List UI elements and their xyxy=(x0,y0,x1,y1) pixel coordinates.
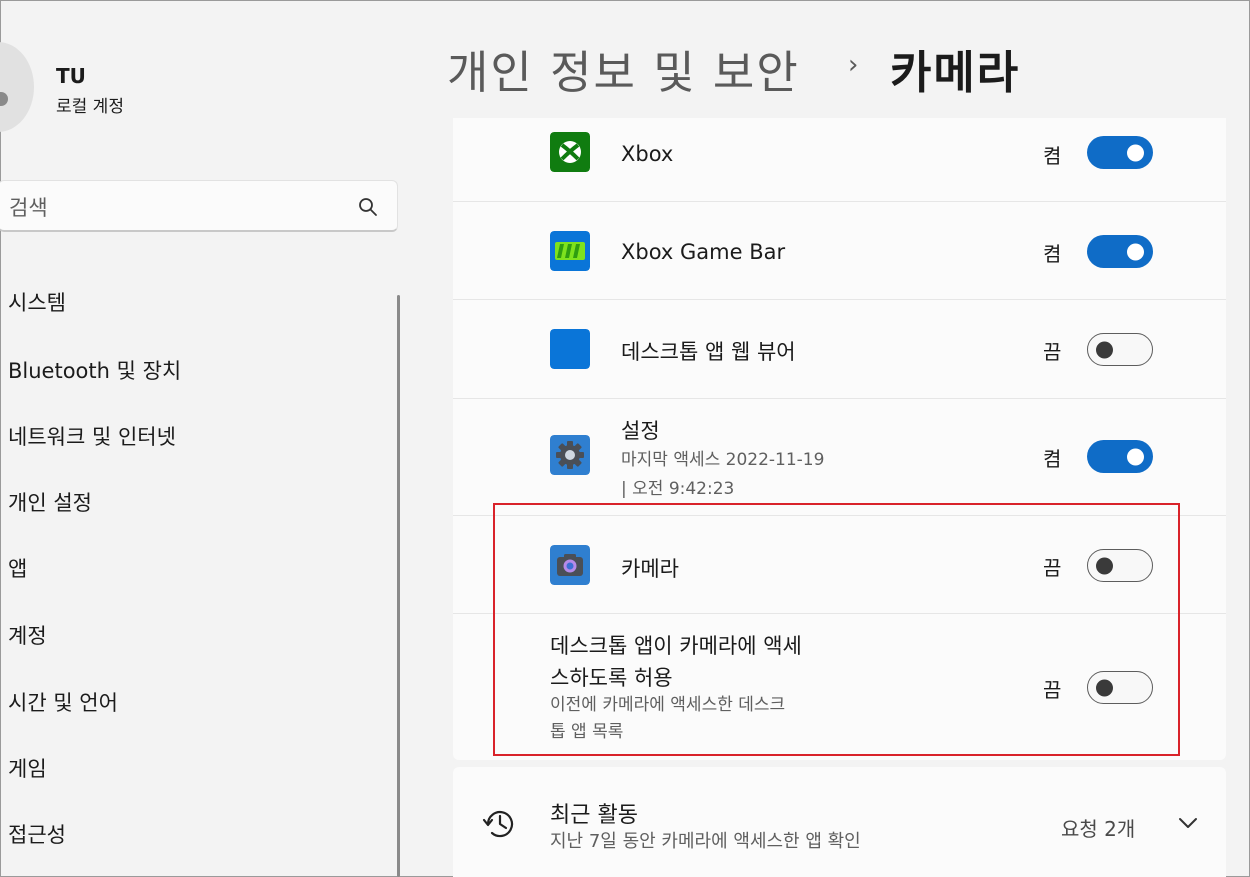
desktop-apps-camera-toggle[interactable] xyxy=(1087,671,1153,704)
xbox-camera-toggle[interactable] xyxy=(1087,136,1153,169)
settings-camera-toggle[interactable] xyxy=(1087,440,1153,473)
app-name: 데스크톱 앱 웹 뷰어 xyxy=(621,340,796,364)
app-row-settings: 설정 마지막 액세스 2022-11-19 | 오전 9:42:23 켬 xyxy=(453,399,1226,516)
toggle-knob xyxy=(1096,557,1113,574)
app-row-xbox-game-bar: Xbox Game Bar 켬 xyxy=(453,202,1226,300)
toggle-state-label: 끔 xyxy=(1043,340,1062,364)
breadcrumb-parent[interactable]: 개인 정보 및 보안 xyxy=(447,36,800,101)
app-name: Xbox Game Bar xyxy=(621,240,786,264)
desktop-apps-description-line1: 이전에 카메라에 액세스한 데스크 xyxy=(550,695,786,715)
toggle-knob xyxy=(1127,448,1144,465)
toggle-knob xyxy=(1127,144,1144,161)
app-permission-list: Xbox 켬 Xbox Game Bar 켬 데스크톱 앱 웹 뷰어 끔 설정 … xyxy=(453,118,1226,760)
search-box[interactable]: 검색 xyxy=(0,180,398,232)
xbox-game-bar-camera-toggle[interactable] xyxy=(1087,235,1153,268)
camera-app-toggle[interactable] xyxy=(1087,549,1153,582)
toggle-knob xyxy=(1096,341,1113,358)
app-name: 설정 xyxy=(621,419,660,443)
sidebar-item-apps[interactable]: 앱 xyxy=(8,553,27,583)
desktop-apps-camera-row: 데스크톱 앱이 카메라에 액세 스하도록 허용 이전에 카메라에 액세스한 데스… xyxy=(453,614,1226,760)
request-count: 요청 2개 xyxy=(1061,817,1136,841)
breadcrumb-separator: › xyxy=(848,50,859,80)
sidebar-scrollbar[interactable] xyxy=(397,295,400,877)
app-row-desktop-web-viewer: 데스크톱 앱 웹 뷰어 끔 xyxy=(453,300,1226,399)
page-title: 카메라 xyxy=(890,46,1021,99)
toggle-state-label: 끔 xyxy=(1043,678,1062,702)
chevron-down-icon[interactable] xyxy=(1177,815,1199,831)
search-icon[interactable] xyxy=(357,196,379,218)
account-name: TU xyxy=(56,64,86,88)
sidebar-item-accessibility[interactable]: 접근성 xyxy=(8,819,66,849)
toggle-knob xyxy=(1127,243,1144,260)
app-name: 카메라 xyxy=(621,557,679,581)
sidebar-item-personalization[interactable]: 개인 설정 xyxy=(8,487,92,517)
sidebar-item-accounts[interactable]: 계정 xyxy=(8,620,47,650)
desktop-apps-title-line1: 데스크톱 앱이 카메라에 액세 xyxy=(550,634,802,658)
xbox-game-bar-icon xyxy=(550,231,590,271)
last-access-time: | 오전 9:42:23 xyxy=(621,479,735,499)
app-row-xbox: Xbox 켬 xyxy=(453,118,1226,202)
sidebar-item-bluetooth[interactable]: Bluetooth 및 장치 xyxy=(8,355,181,385)
toggle-state-label: 켬 xyxy=(1043,242,1062,266)
history-clock-icon xyxy=(482,811,514,838)
toggle-knob xyxy=(1096,679,1113,696)
app-row-camera: 카메라 끔 xyxy=(453,516,1226,614)
toggle-state-label: 끔 xyxy=(1043,556,1062,580)
camera-app-icon xyxy=(550,545,590,585)
account-type: 로컬 계정 xyxy=(56,97,124,117)
xbox-icon xyxy=(550,132,590,172)
desktop-web-viewer-icon xyxy=(550,329,590,369)
desktop-web-viewer-camera-toggle[interactable] xyxy=(1087,333,1153,366)
search-input[interactable]: 검색 xyxy=(9,192,48,222)
recent-activity-subtitle: 지난 7일 동안 카메라에 액세스한 앱 확인 xyxy=(550,831,861,852)
desktop-apps-title-line2: 스하도록 허용 xyxy=(550,666,673,690)
last-access-date: 마지막 액세스 2022-11-19 xyxy=(621,450,825,470)
sidebar-item-gaming[interactable]: 게임 xyxy=(8,753,47,783)
recent-activity-title: 최근 활동 xyxy=(550,803,638,828)
sidebar-item-network[interactable]: 네트워크 및 인터넷 xyxy=(8,421,176,451)
toggle-state-label: 켬 xyxy=(1043,447,1062,471)
sidebar-item-system[interactable]: 시스템 xyxy=(8,287,66,317)
desktop-apps-description-line2: 톱 앱 목록 xyxy=(550,722,624,742)
toggle-state-label: 켬 xyxy=(1043,144,1062,168)
recent-activity-section[interactable]: 최근 활동 지난 7일 동안 카메라에 액세스한 앱 확인 요청 2개 xyxy=(453,767,1226,877)
sidebar-item-time-language[interactable]: 시간 및 언어 xyxy=(8,687,118,717)
app-name: Xbox xyxy=(621,142,674,166)
settings-gear-icon xyxy=(550,435,590,475)
